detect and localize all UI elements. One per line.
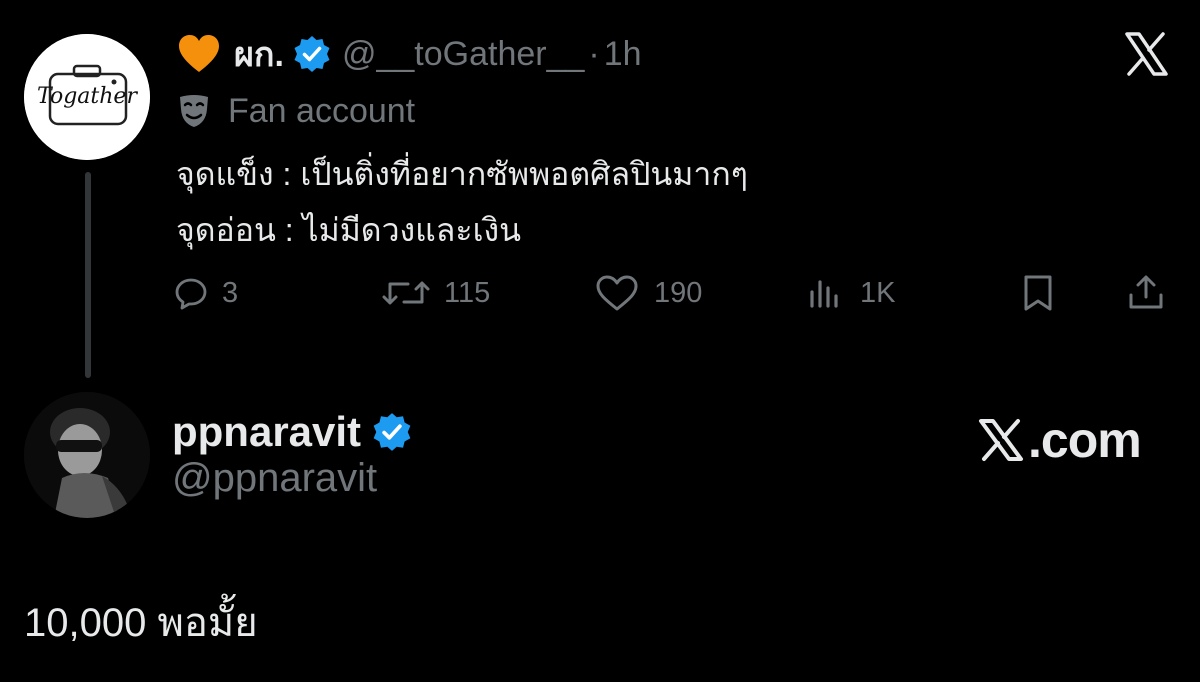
like-count: 190 (654, 276, 703, 309)
x-logo-icon[interactable] (1122, 30, 1170, 78)
reply-count: 3 (222, 276, 239, 309)
avatar-logo-text: Togather (37, 84, 137, 109)
tweet-line-strength: จุดแข็ง : เป็นติ่งที่อยากซัพพอตศิลปินมาก… (176, 156, 748, 192)
parent-avatar[interactable]: Togather (24, 34, 150, 160)
repost-count: 115 (444, 276, 491, 309)
reply-display-name[interactable]: ppnaravit (172, 408, 361, 456)
views-count: 1K (860, 276, 896, 309)
theater-mask-icon (176, 93, 212, 129)
x-logo-icon (976, 415, 1026, 465)
verified-badge-icon (371, 411, 413, 453)
orange-heart-icon (176, 31, 222, 77)
xcom-logo: .com (976, 410, 1142, 470)
parent-tweet-header: ผก. @__toGather__ · 1h (176, 26, 642, 82)
reply-avatar[interactable] (24, 392, 150, 518)
reply-header: ppnaravit (172, 404, 413, 460)
bookmark-icon (1018, 273, 1058, 313)
separator-dot: · (588, 34, 600, 73)
tweet-body: จุดแข็ง : เป็นติ่งที่อยากซัพพอตศิลปินมาก… (176, 146, 1076, 258)
share-icon (1126, 273, 1166, 313)
thread-line (85, 172, 91, 378)
views-button[interactable]: 1K (806, 268, 895, 318)
tweet-time[interactable]: 1h (604, 35, 642, 74)
views-icon (806, 276, 846, 310)
xcom-label: .com (1028, 412, 1142, 468)
tweet-line-weakness: จุดอ่อน : ไม่มีดวงและเงิน (176, 212, 522, 248)
reply-button[interactable]: 3 (174, 268, 238, 318)
parent-display-name[interactable]: ผก. (234, 27, 284, 81)
reply-handle[interactable]: @ppnaravit (172, 456, 377, 501)
repost-icon (382, 276, 430, 310)
verified-badge-icon (292, 34, 332, 74)
profile-photo (24, 392, 150, 518)
reply-text: 10,000 พอมั้ย (24, 601, 258, 645)
like-icon (594, 273, 640, 313)
parent-handle[interactable]: @__toGather__ (342, 35, 584, 74)
account-label[interactable]: Fan account (176, 88, 415, 134)
reply-icon (174, 276, 208, 310)
fan-account-label: Fan account (228, 91, 416, 130)
share-button[interactable] (1126, 268, 1166, 318)
like-button[interactable]: 190 (594, 268, 702, 318)
bookmark-button[interactable] (1018, 268, 1058, 318)
repost-button[interactable]: 115 (382, 268, 490, 318)
